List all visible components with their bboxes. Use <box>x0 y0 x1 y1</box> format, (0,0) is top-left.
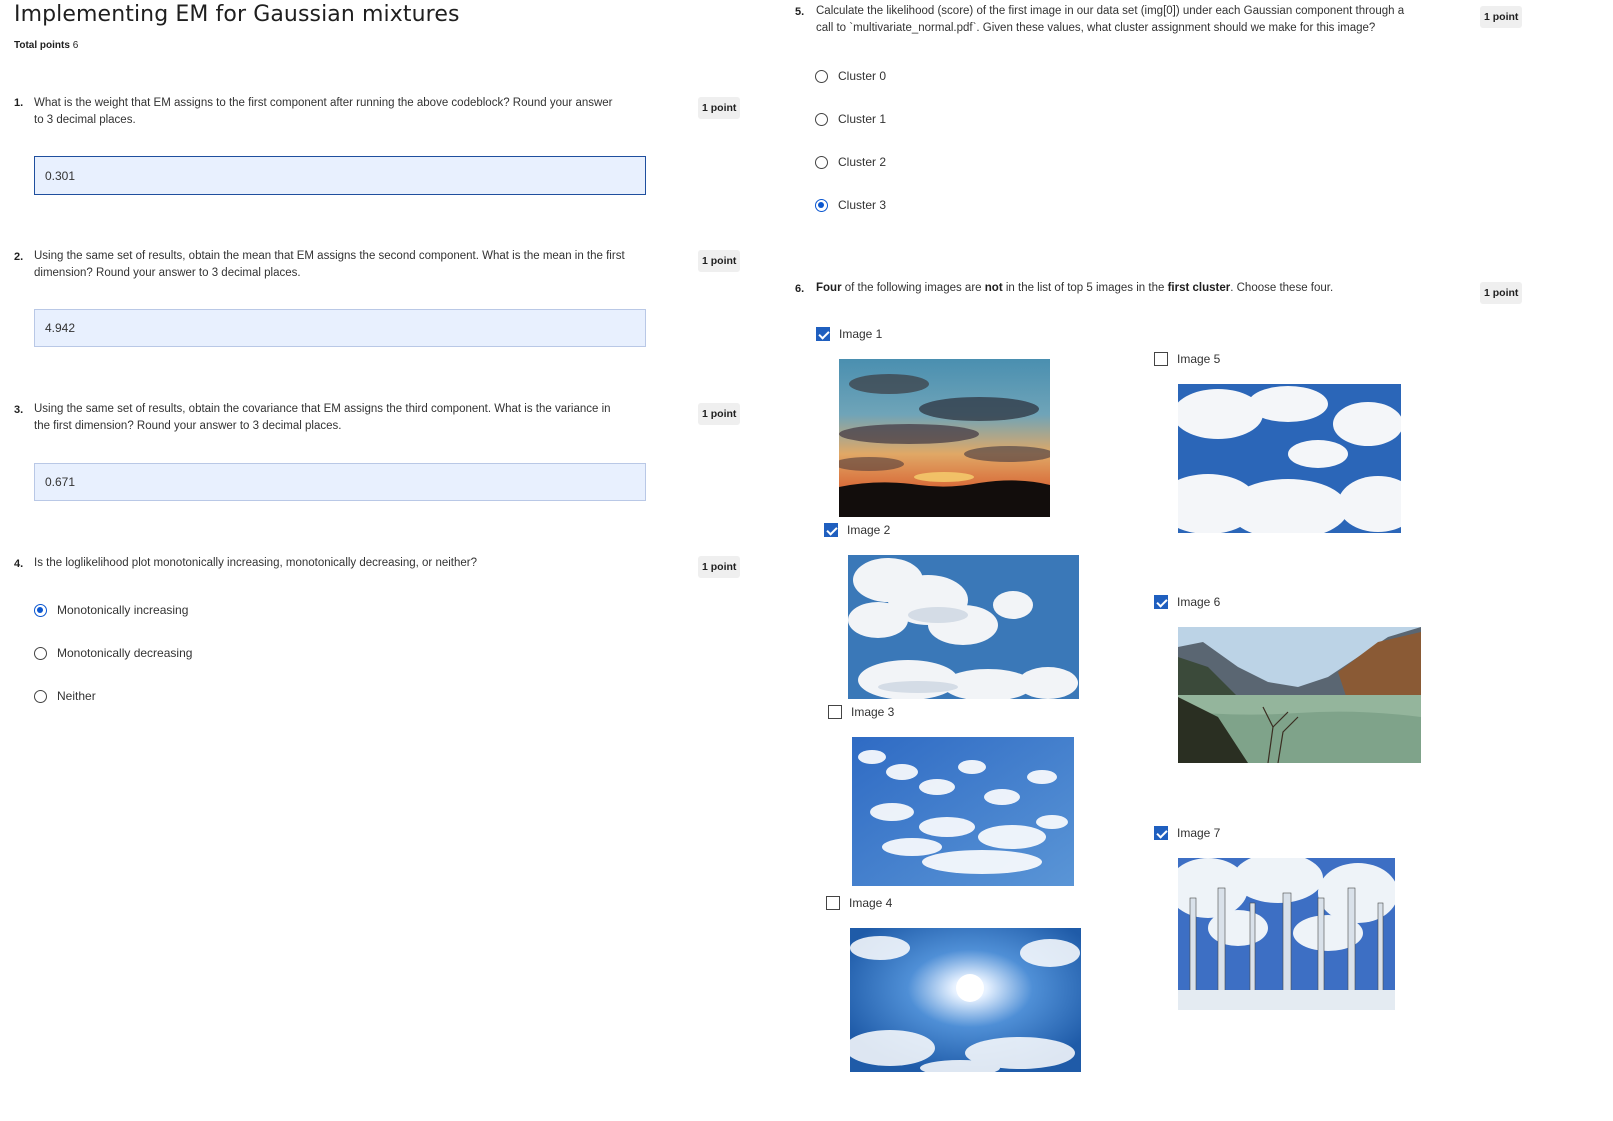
mountain-lake-image <box>1178 627 1421 763</box>
question-number: 3. <box>14 404 24 416</box>
image-option[interactable]: Image 5 <box>1154 352 1220 366</box>
option-label: Image 7 <box>1177 826 1221 840</box>
radio-option[interactable]: Neither <box>34 689 96 703</box>
question-number: 4. <box>14 558 24 570</box>
radio-option[interactable]: Cluster 2 <box>815 155 886 169</box>
option-label: Neither <box>57 689 96 703</box>
cumulus-clouds-image <box>848 555 1079 699</box>
snowy-birch-forest-image <box>1178 858 1395 1010</box>
question-number: 5. <box>795 6 805 18</box>
points-badge: 1 point <box>698 556 741 578</box>
checkbox[interactable] <box>826 896 840 910</box>
question-text: Using the same set of results, obtain th… <box>34 403 611 432</box>
question-number: 2. <box>14 251 24 263</box>
question-text: Is the loglikelihood plot monotonically … <box>34 557 478 569</box>
image-option[interactable]: Image 1 <box>816 327 882 341</box>
question-number: 6. <box>795 283 805 295</box>
radio-option[interactable]: Cluster 0 <box>815 69 886 83</box>
points-badge: 1 point <box>1480 6 1523 28</box>
image-option[interactable]: Image 4 <box>826 896 892 910</box>
points-badge: 1 point <box>698 97 741 119</box>
radio-button[interactable] <box>815 112 828 126</box>
checkbox-checked[interactable] <box>824 523 838 537</box>
answer-input[interactable]: 0.671 <box>34 463 646 501</box>
checkbox-checked[interactable] <box>1154 595 1168 609</box>
checkbox[interactable] <box>1154 352 1168 366</box>
radio-button[interactable] <box>34 646 47 660</box>
option-label: Image 5 <box>1177 352 1221 366</box>
option-label: Cluster 2 <box>838 155 887 169</box>
option-label: Cluster 0 <box>838 69 887 83</box>
total-points: Total points 6 <box>14 40 79 51</box>
question-text: What is the weight that EM assigns to th… <box>34 97 613 126</box>
radio-button-selected[interactable] <box>815 198 828 212</box>
checkbox-checked[interactable] <box>1154 826 1168 840</box>
option-label: Image 2 <box>847 523 891 537</box>
image-option[interactable]: Image 2 <box>824 523 890 537</box>
points-badge: 1 point <box>1480 282 1523 304</box>
option-label: Cluster 1 <box>838 112 887 126</box>
image-option[interactable]: Image 3 <box>828 705 894 719</box>
sun-in-sky-image <box>850 928 1081 1072</box>
radio-option[interactable]: Cluster 1 <box>815 112 886 126</box>
option-label: Image 4 <box>849 896 893 910</box>
page-title: Implementing EM for Gaussian mixtures <box>14 2 460 27</box>
option-label: Cluster 3 <box>838 198 887 212</box>
checkbox[interactable] <box>828 705 842 719</box>
question-text: Calculate the likelihood (score) of the … <box>816 5 1405 34</box>
points-badge: 1 point <box>698 250 741 272</box>
question-text: Using the same set of results, obtain th… <box>34 250 625 279</box>
option-label: Image 3 <box>851 705 895 719</box>
image-option[interactable]: Image 6 <box>1154 595 1220 609</box>
question-text: Four of the following images are not in … <box>816 282 1334 294</box>
answer-input[interactable]: 4.942 <box>34 309 646 347</box>
sunset-sky-image <box>839 359 1050 517</box>
radio-button[interactable] <box>815 155 828 169</box>
radio-button-selected[interactable] <box>34 603 47 617</box>
checkbox-checked[interactable] <box>816 327 830 341</box>
blue-sky-clouds-image <box>1178 384 1401 533</box>
radio-option[interactable]: Cluster 3 <box>815 198 886 212</box>
option-label: Monotonically increasing <box>57 603 189 617</box>
question-number: 1. <box>14 97 24 109</box>
points-badge: 1 point <box>698 403 741 425</box>
radio-button[interactable] <box>34 689 47 703</box>
option-label: Image 6 <box>1177 595 1221 609</box>
radio-option[interactable]: Monotonically decreasing <box>34 646 192 660</box>
answer-input[interactable]: 0.301 <box>34 156 646 195</box>
radio-button[interactable] <box>815 69 828 83</box>
option-label: Monotonically decreasing <box>57 646 193 660</box>
image-option[interactable]: Image 7 <box>1154 826 1220 840</box>
option-label: Image 1 <box>839 327 883 341</box>
cirrocumulus-sky-image <box>852 737 1074 886</box>
radio-option[interactable]: Monotonically increasing <box>34 603 188 617</box>
